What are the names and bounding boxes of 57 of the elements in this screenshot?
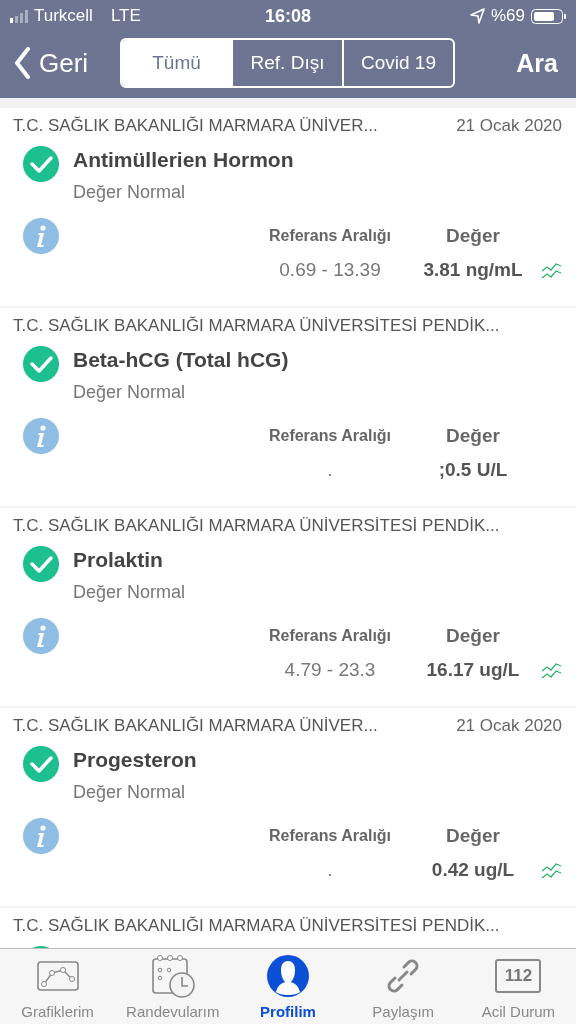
result-date: 21 Ocak 2020 [456,116,562,136]
column-label: Referans Aralığı [267,627,393,645]
info-icon[interactable] [23,418,59,454]
institution-name: T.C. SAĞLIK BAKANLIĞI MARMARA ÜNİVER... [13,116,378,136]
reference-range: . [326,859,334,881]
search-button[interactable]: Ara [516,48,566,78]
info-icon[interactable] [23,818,59,854]
line-chart-icon [35,960,80,992]
institution-name: T.C. SAĞLIK BAKANLIĞI MARMARA ÜNİVERSİTESİ PENDİK... [13,916,500,936]
status-text: Değer Normal [73,582,186,603]
column-label: Referans Aralığı [267,227,393,245]
battery-icon [531,8,566,24]
institution-name: T.C. SAĞLIK BAKANLIĞI MARMARA ÜNİVERSİTESİ PENDİK... [13,316,500,336]
result-date: 21 Ocak 2020 [456,716,562,736]
battery-percent: %69 [490,6,525,26]
segment-tab[interactable]: Ref. Dışı [231,40,342,86]
segment-tab[interactable]: Covid 19 [342,40,453,86]
status-text: Değer Normal [73,182,187,203]
result-value: 0.42 ug/L [430,859,516,881]
test-name: Progesteron [73,748,197,772]
info-icon[interactable] [23,618,59,654]
result-value: ;0.5 U/L [437,459,509,481]
institution-name: T.C. SAĞLIK BAKANLIĞI MARMARA ÜNİVER... [13,716,378,736]
status-text: Değer Normal [73,382,187,403]
tab-bar-item[interactable]: Paylaşım [345,949,461,1024]
clock-time: 16:08 [264,5,311,27]
result-value: 16.17 ug/L [425,659,521,681]
test-name: Antimüllerien Hormon [73,148,294,172]
calendar-clock-icon [150,954,195,998]
tab-bar-item[interactable]: Grafiklerim [0,949,116,1024]
test-name: Beta-hCG (Total hCG) [73,348,289,372]
result-value: 3.81 ng/mL [422,259,524,281]
network-type: LTE [110,6,141,26]
tab-bar-item[interactable]: Randevularım [115,949,231,1024]
info-icon[interactable] [23,218,59,254]
back-button[interactable]: Geri [14,47,120,79]
column-label: Referans Aralığı [267,427,393,445]
column-label: Değer [445,625,501,647]
reference-range: 4.79 - 23.3 [283,659,377,681]
column-label: Değer [445,225,501,247]
column-label: Referans Aralığı [267,827,393,845]
profile-icon [266,954,310,998]
chevron-left-icon [14,47,31,79]
segment-tab[interactable]: Tümü [122,40,231,86]
reference-range: . [326,459,334,481]
column-label: Değer [445,425,501,447]
signal-icon [10,9,28,23]
emergency-number: 112 [495,959,542,993]
carrier-name: Turkcell [34,6,93,26]
column-label: Değer [445,825,501,847]
status-text: Değer Normal [73,782,187,803]
tab-bar-item[interactable]: Profilim [230,949,346,1024]
test-name: Prolaktin [73,548,164,572]
institution-name: T.C. SAĞLIK BAKANLIĞI MARMARA ÜNİVERSİTESİ PENDİK... [13,516,500,536]
location-icon [469,8,485,24]
tab-bar-item[interactable]: 112 Acil Durum [460,949,576,1024]
reference-range: 0.69 - 13.39 [278,259,382,281]
